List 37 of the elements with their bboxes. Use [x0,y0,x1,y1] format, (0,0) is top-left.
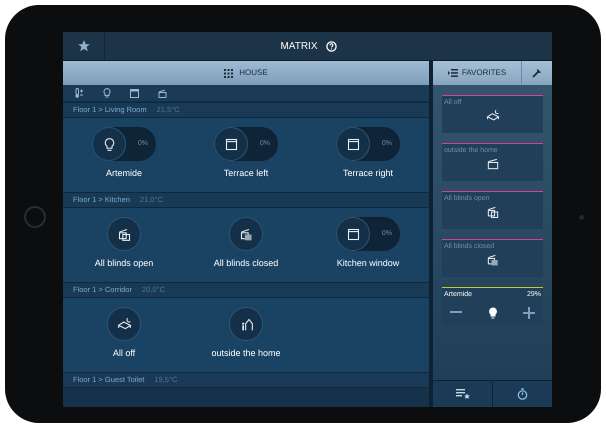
bed-moon-icon [116,316,132,332]
scene-button[interactable] [107,217,141,251]
list-icon [448,69,458,77]
window-icon [224,136,238,152]
blinds-icon [486,204,500,218]
device-name: All blinds closed [214,257,278,270]
device-name: Kitchen window [336,257,400,270]
device-name: Artemide [106,167,142,180]
app-title: MATRIX [280,40,318,54]
device-name: All blinds open [94,257,154,270]
scene-button[interactable] [229,217,263,251]
bed-moon-icon [486,108,500,122]
minus-icon[interactable] [450,311,462,314]
bulb-icon [102,136,116,152]
device-name: Terrace right [342,167,394,180]
blinds-icon[interactable] [158,88,167,98]
blinds-icon [486,156,500,170]
settings-wrench-icon[interactable] [522,61,552,85]
scene-button[interactable] [229,307,263,341]
device-name: outside the home [211,347,281,360]
thermometer-icon[interactable] [75,88,84,98]
window-icon[interactable] [130,88,139,98]
favorites-tab[interactable]: FAVORITES [433,61,522,85]
device-name: Terrace left [224,167,268,180]
grid-icon [224,68,234,78]
house-tab[interactable]: HOUSE [63,61,429,85]
plus-icon[interactable] [523,306,535,319]
camera-lens [579,215,584,220]
window-icon [346,136,360,152]
blinds-icon [238,226,254,242]
window-icon [346,226,360,242]
scene-button[interactable] [107,307,141,341]
blinds-icon [486,252,500,266]
bulb-icon[interactable] [103,88,111,98]
device-name: All off [112,347,136,360]
blinds-icon [116,226,132,242]
help-icon[interactable] [326,40,337,52]
